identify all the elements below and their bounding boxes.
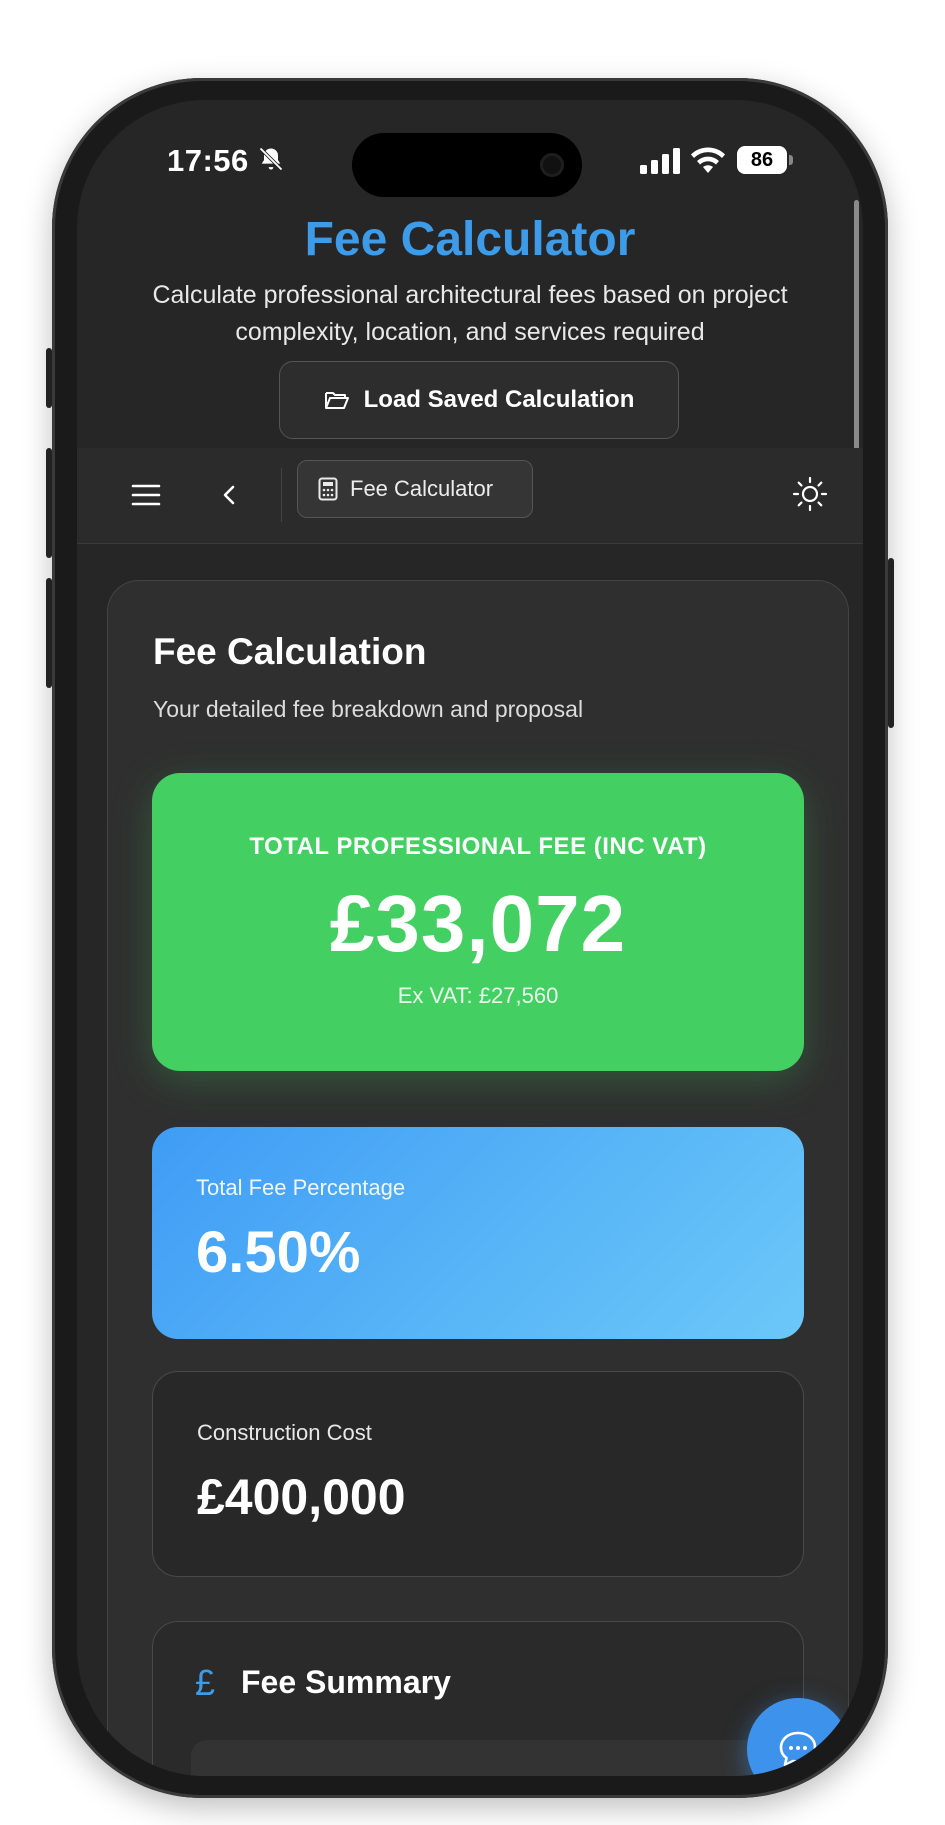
card-subtitle: Your detailed fee breakdown and proposal [153, 696, 584, 722]
calculator-icon [318, 477, 338, 501]
phone-power-button [888, 558, 894, 728]
construction-cost-box: Construction Cost £400,000 [152, 1371, 804, 1577]
chat-bubble-icon [779, 1731, 817, 1767]
card-title: Fee Calculation [153, 631, 427, 672]
dynamic-island [352, 133, 582, 197]
menu-icon[interactable] [129, 478, 163, 512]
folder-open-icon [324, 392, 349, 409]
total-fee-ex-vat: Ex VAT: £27,560 [397, 983, 559, 1008]
phone-screen: 17:56 86 Fee Calculator Calculate profes… [77, 100, 863, 1776]
toolbar-divider [281, 468, 282, 522]
total-fee-value: £33,072 [329, 879, 627, 968]
status-time: 17:56 [167, 143, 249, 178]
fee-percentage-label: Total Fee Percentage [196, 1175, 406, 1200]
camera-lens [540, 153, 564, 177]
toolbar: Fee Calculator [77, 448, 863, 544]
status-bar: 17:56 86 [77, 100, 863, 210]
battery-icon: 86 [737, 146, 793, 174]
fee-percentage-value: 6.50% [196, 1220, 361, 1285]
pound-icon: £ [195, 1662, 216, 1703]
sun-icon[interactable] [792, 476, 828, 512]
page-subtitle: Calculate professional architectural fee… [152, 281, 788, 346]
wifi-icon [691, 147, 725, 173]
total-fee-box: TOTAL PROFESSIONAL FEE (INC VAT) £33,072… [152, 773, 804, 1071]
phone-action-button [46, 348, 52, 408]
fee-summary-title: Fee Summary [241, 1664, 451, 1700]
phone-volume-up [46, 448, 52, 558]
tab-fee-calculator-label: Fee Calculator [350, 476, 494, 501]
bell-muted-icon [259, 147, 283, 171]
construction-cost-label: Construction Cost [197, 1420, 372, 1445]
page-title: Fee Calculator [304, 213, 636, 266]
fee-summary-section[interactable]: £ Fee Summary [152, 1621, 804, 1776]
fee-summary-content [191, 1740, 765, 1776]
construction-cost-value: £400,000 [197, 1469, 406, 1525]
load-saved-calculation-button[interactable]: Load Saved Calculation [279, 361, 679, 439]
signal-icon [640, 148, 680, 174]
total-fee-label: TOTAL PROFESSIONAL FEE (INC VAT) [249, 833, 707, 860]
back-icon[interactable] [213, 478, 247, 512]
phone-volume-down [46, 578, 52, 688]
fee-calculation-card: Fee Calculation Your detailed fee breakd… [107, 580, 849, 1776]
load-saved-calculation-label: Load Saved Calculation [363, 386, 635, 413]
fee-percentage-box: Total Fee Percentage 6.50% [152, 1127, 804, 1339]
tab-fee-calculator[interactable]: Fee Calculator [297, 460, 533, 518]
